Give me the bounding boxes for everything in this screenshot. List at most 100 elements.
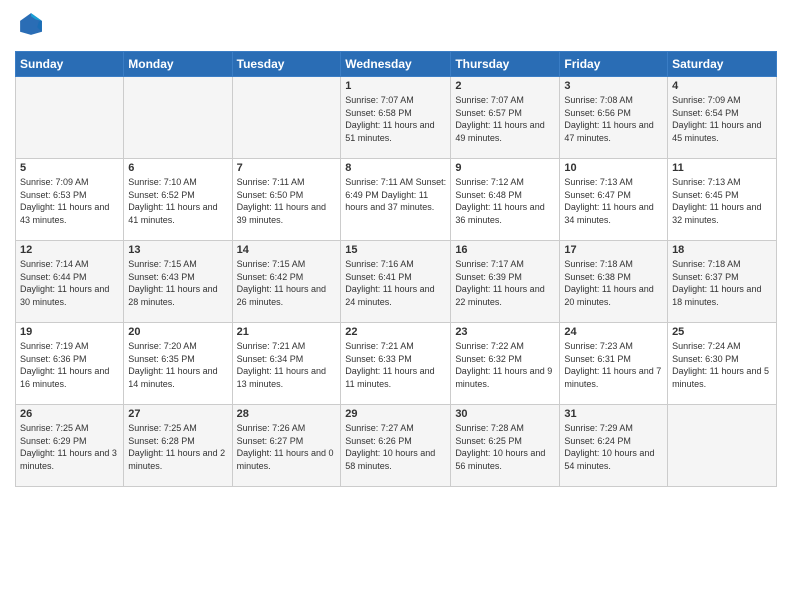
table-row: 22Sunrise: 7:21 AM Sunset: 6:33 PM Dayli…	[341, 323, 451, 405]
day-info: Sunrise: 7:11 AM Sunset: 6:50 PM Dayligh…	[237, 176, 337, 226]
table-row: 16Sunrise: 7:17 AM Sunset: 6:39 PM Dayli…	[451, 241, 560, 323]
table-row: 24 Sunrise: 7:23 AM Sunset: 6:31 PM Dayli…	[560, 323, 668, 405]
day-info: Sunrise: 7:26 AM Sunset: 6:27 PM Dayligh…	[237, 422, 337, 472]
day-info: Sunrise: 7:14 AM Sunset: 6:44 PM Dayligh…	[20, 258, 119, 308]
day-info: Sunrise: 7:12 AM Sunset: 6:48 PM Dayligh…	[455, 176, 555, 226]
table-row: 25 Sunrise: 7:24 AM Sunset: 6:30 PM Dayli…	[668, 323, 777, 405]
day-info: Sunrise: 7:28 AM Sunset: 6:25 PM Dayligh…	[455, 422, 555, 472]
table-row: 18Sunrise: 7:18 AM Sunset: 6:37 PM Dayli…	[668, 241, 777, 323]
day-info: Sunrise: 7:18 AM Sunset: 6:38 PM Dayligh…	[564, 258, 663, 308]
day-number: 21	[237, 326, 337, 338]
day-info: Sunrise: 7:24 AM Sunset: 6:30 PM Dayligh…	[672, 340, 772, 390]
calendar-week-3: 12 Sunrise: 7:14 AM Sunset: 6:44 PM Dayli…	[16, 241, 777, 323]
table-row: 28 Sunrise: 7:26 AM Sunset: 6:27 PM Dayli…	[232, 405, 341, 487]
table-row: 17 Sunrise: 7:18 AM Sunset: 6:38 PM Dayli…	[560, 241, 668, 323]
table-row: 31 Sunrise: 7:29 AM Sunset: 6:24 PM Dayli…	[560, 405, 668, 487]
day-number: 11	[672, 162, 772, 174]
table-row: 20 Sunrise: 7:20 AM Sunset: 6:35 PM Dayli…	[124, 323, 232, 405]
table-row: 23 Sunrise: 7:22 AM Sunset: 6:32 PM Dayli…	[451, 323, 560, 405]
day-info: Sunrise: 7:22 AM Sunset: 6:32 PM Dayligh…	[455, 340, 555, 390]
col-saturday: Saturday	[668, 52, 777, 77]
table-row: 8Sunrise: 7:11 AM Sunset: 6:49 PM Daylig…	[341, 159, 451, 241]
logo-icon	[17, 10, 45, 38]
day-info: Sunrise: 7:13 AM Sunset: 6:47 PM Dayligh…	[564, 176, 663, 226]
table-row: 9 Sunrise: 7:12 AM Sunset: 6:48 PM Daylig…	[451, 159, 560, 241]
day-number: 23	[455, 326, 555, 338]
day-info: Sunrise: 7:20 AM Sunset: 6:35 PM Dayligh…	[128, 340, 227, 390]
day-number: 28	[237, 408, 337, 420]
col-tuesday: Tuesday	[232, 52, 341, 77]
day-number: 27	[128, 408, 227, 420]
table-row: 4 Sunrise: 7:09 AM Sunset: 6:54 PM Daylig…	[668, 77, 777, 159]
day-number: 13	[128, 244, 227, 256]
day-number: 3	[564, 80, 663, 92]
day-info: Sunrise: 7:15 AM Sunset: 6:43 PM Dayligh…	[128, 258, 227, 308]
day-info: Sunrise: 7:13 AM Sunset: 6:45 PM Dayligh…	[672, 176, 772, 226]
day-number: 4	[672, 80, 772, 92]
day-info: Sunrise: 7:10 AM Sunset: 6:52 PM Dayligh…	[128, 176, 227, 226]
header	[15, 10, 777, 43]
day-info: Sunrise: 7:07 AM Sunset: 6:57 PM Dayligh…	[455, 94, 555, 144]
day-info: Sunrise: 7:11 AM Sunset: 6:49 PM Dayligh…	[345, 176, 446, 214]
day-number: 14	[237, 244, 337, 256]
table-row	[16, 77, 124, 159]
day-number: 29	[345, 408, 446, 420]
col-thursday: Thursday	[451, 52, 560, 77]
day-number: 6	[128, 162, 227, 174]
calendar-week-2: 5 Sunrise: 7:09 AM Sunset: 6:53 PM Daylig…	[16, 159, 777, 241]
day-number: 9	[455, 162, 555, 174]
table-row: 27 Sunrise: 7:25 AM Sunset: 6:28 PM Dayli…	[124, 405, 232, 487]
table-row: 19 Sunrise: 7:19 AM Sunset: 6:36 PM Dayli…	[16, 323, 124, 405]
day-number: 26	[20, 408, 119, 420]
table-row	[668, 405, 777, 487]
table-row: 2Sunrise: 7:07 AM Sunset: 6:57 PM Daylig…	[451, 77, 560, 159]
page: Sunday Monday Tuesday Wednesday Thursday…	[0, 0, 792, 612]
day-info: Sunrise: 7:25 AM Sunset: 6:29 PM Dayligh…	[20, 422, 119, 472]
table-row: 26 Sunrise: 7:25 AM Sunset: 6:29 PM Dayli…	[16, 405, 124, 487]
calendar-week-1: 1Sunrise: 7:07 AM Sunset: 6:58 PM Daylig…	[16, 77, 777, 159]
table-row	[124, 77, 232, 159]
day-info: Sunrise: 7:25 AM Sunset: 6:28 PM Dayligh…	[128, 422, 227, 472]
table-row: 1Sunrise: 7:07 AM Sunset: 6:58 PM Daylig…	[341, 77, 451, 159]
table-row: 29 Sunrise: 7:27 AM Sunset: 6:26 PM Dayli…	[341, 405, 451, 487]
calendar-table: Sunday Monday Tuesday Wednesday Thursday…	[15, 51, 777, 487]
day-number: 5	[20, 162, 119, 174]
calendar-week-5: 26 Sunrise: 7:25 AM Sunset: 6:29 PM Dayli…	[16, 405, 777, 487]
day-info: Sunrise: 7:16 AM Sunset: 6:41 PM Dayligh…	[345, 258, 446, 308]
table-row: 6 Sunrise: 7:10 AM Sunset: 6:52 PM Daylig…	[124, 159, 232, 241]
table-row: 21 Sunrise: 7:21 AM Sunset: 6:34 PM Dayli…	[232, 323, 341, 405]
col-friday: Friday	[560, 52, 668, 77]
table-row: 10 Sunrise: 7:13 AM Sunset: 6:47 PM Dayli…	[560, 159, 668, 241]
day-info: Sunrise: 7:29 AM Sunset: 6:24 PM Dayligh…	[564, 422, 663, 472]
table-row: 30Sunrise: 7:28 AM Sunset: 6:25 PM Dayli…	[451, 405, 560, 487]
day-number: 25	[672, 326, 772, 338]
day-info: Sunrise: 7:21 AM Sunset: 6:34 PM Dayligh…	[237, 340, 337, 390]
col-wednesday: Wednesday	[341, 52, 451, 77]
calendar-header-row: Sunday Monday Tuesday Wednesday Thursday…	[16, 52, 777, 77]
table-row	[232, 77, 341, 159]
day-number: 12	[20, 244, 119, 256]
day-info: Sunrise: 7:15 AM Sunset: 6:42 PM Dayligh…	[237, 258, 337, 308]
day-info: Sunrise: 7:27 AM Sunset: 6:26 PM Dayligh…	[345, 422, 446, 472]
day-number: 17	[564, 244, 663, 256]
table-row: 11 Sunrise: 7:13 AM Sunset: 6:45 PM Dayli…	[668, 159, 777, 241]
day-number: 1	[345, 80, 446, 92]
table-row: 3Sunrise: 7:08 AM Sunset: 6:56 PM Daylig…	[560, 77, 668, 159]
day-number: 10	[564, 162, 663, 174]
logo	[15, 10, 45, 43]
day-number: 19	[20, 326, 119, 338]
day-number: 20	[128, 326, 227, 338]
table-row: 13 Sunrise: 7:15 AM Sunset: 6:43 PM Dayli…	[124, 241, 232, 323]
day-info: Sunrise: 7:09 AM Sunset: 6:53 PM Dayligh…	[20, 176, 119, 226]
table-row: 14 Sunrise: 7:15 AM Sunset: 6:42 PM Dayli…	[232, 241, 341, 323]
day-number: 24	[564, 326, 663, 338]
day-info: Sunrise: 7:19 AM Sunset: 6:36 PM Dayligh…	[20, 340, 119, 390]
day-info: Sunrise: 7:09 AM Sunset: 6:54 PM Dayligh…	[672, 94, 772, 144]
table-row: 15Sunrise: 7:16 AM Sunset: 6:41 PM Dayli…	[341, 241, 451, 323]
col-monday: Monday	[124, 52, 232, 77]
day-number: 18	[672, 244, 772, 256]
calendar-week-4: 19 Sunrise: 7:19 AM Sunset: 6:36 PM Dayli…	[16, 323, 777, 405]
day-number: 31	[564, 408, 663, 420]
col-sunday: Sunday	[16, 52, 124, 77]
day-info: Sunrise: 7:23 AM Sunset: 6:31 PM Dayligh…	[564, 340, 663, 390]
